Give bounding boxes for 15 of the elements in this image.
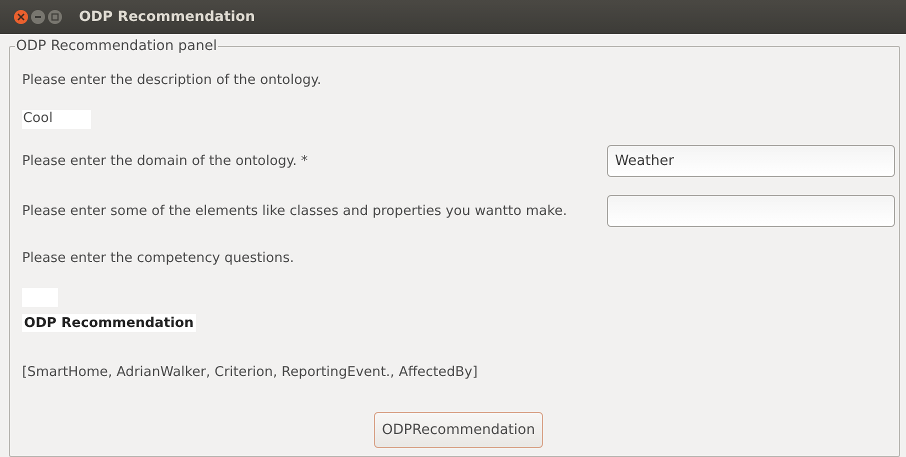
label-text: [SmartHome, AdrianWalker, Criterion, ReportingEvent., AffectedBy]	[22, 364, 478, 380]
field-label: Please enter some of the elements like classes and properties you wantto make.	[22, 203, 568, 219]
minimize-icon[interactable]	[31, 10, 45, 24]
panel-title: ODP Recommendation panel	[15, 38, 218, 54]
input-field[interactable]	[607, 195, 895, 227]
window-title: ODP Recommendation	[79, 9, 256, 25]
input-field[interactable]: Weather	[607, 145, 895, 177]
maximize-icon[interactable]	[48, 10, 62, 24]
section-heading: ODP Recommendation	[22, 314, 196, 332]
label-text: Please enter the competency questions.	[22, 250, 294, 266]
field-label: Please enter the domain of the ontology. *	[22, 153, 308, 169]
text-area[interactable]: Cool	[22, 110, 91, 128]
close-icon[interactable]	[14, 10, 28, 24]
label-text: Please enter the description of the ontology.	[22, 72, 322, 88]
recommendation-button[interactable]: ODPRecommendation	[374, 412, 544, 448]
